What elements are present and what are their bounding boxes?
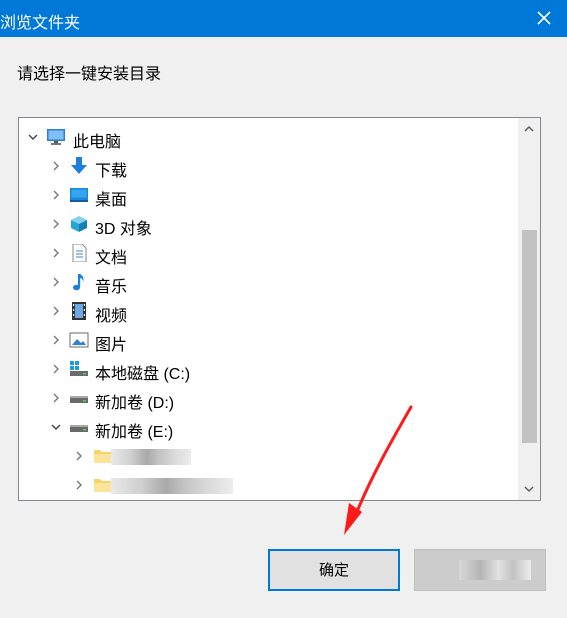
obscured-folder-name [111,449,191,465]
obscured-button-label [459,560,531,580]
chevron-right-icon[interactable] [51,306,61,316]
tree-item-label: 视频 [95,308,128,325]
tree-item-label: 本地磁盘 (C:) [95,366,191,383]
tree-item-documents[interactable]: 文档 [19,239,514,267]
tree-item-music[interactable]: 音乐 [19,268,514,296]
folder-tree[interactable]: 此电脑 下载 桌面 3D 对象 文档 音乐 视频 图片 本地磁盘 (C:) 新加… [18,117,541,501]
close-icon [537,11,551,25]
tree-item-videos[interactable]: 视频 [19,297,514,325]
tree-item-label: 文档 [95,250,128,267]
folder-icon [94,479,112,492]
music-icon [73,274,84,291]
tree-item-subfolder[interactable] [19,471,514,499]
window-title: 浏览文件夹 [0,15,81,32]
videos-icon [72,302,86,320]
chevron-up-icon [524,125,534,132]
tree-item-drive-e[interactable]: 新加卷 (E:) [19,413,514,441]
close-button[interactable] [521,0,567,37]
chevron-right-icon[interactable] [51,248,61,258]
tree-item-label: 音乐 [95,279,128,296]
vertical-scrollbar[interactable] [518,118,540,500]
ok-button[interactable]: 确定 [268,549,400,591]
computer-icon [47,129,65,145]
drive-icon [70,396,88,403]
pictures-icon [69,332,89,348]
drive-icon [70,425,88,432]
tree-item-downloads[interactable]: 下载 [19,152,514,180]
chevron-right-icon[interactable] [51,219,61,229]
obscured-folder-name [111,478,233,494]
chevron-right-icon[interactable] [51,161,61,171]
title-bar: 浏览文件夹 [0,0,567,37]
tree-item-label: 此电脑 [73,134,122,151]
chevron-down-icon[interactable] [28,132,38,142]
system-drive-icon [70,361,88,376]
tree-item-drive-c[interactable]: 本地磁盘 (C:) [19,355,514,383]
tree-item-label: 图片 [95,337,128,354]
tree-item-desktop[interactable]: 桌面 [19,181,514,209]
tree-item-label: 新加卷 (E:) [95,424,174,441]
tree-item-subfolder[interactable] [19,442,514,470]
tree-item-this-pc[interactable]: 此电脑 [19,123,514,151]
scroll-up-button[interactable] [518,118,540,140]
downloads-icon [71,157,87,174]
tree-item-label: 3D 对象 [95,221,152,238]
tree-item-label: 新加卷 (D:) [95,395,175,412]
scroll-down-button[interactable] [518,478,540,500]
chevron-right-icon[interactable] [74,451,84,461]
3d-objects-icon [71,216,87,232]
chevron-right-icon[interactable] [51,393,61,403]
chevron-right-icon[interactable] [51,364,61,374]
chevron-down-icon [524,486,534,493]
chevron-right-icon[interactable] [51,277,61,287]
instruction-text: 请选择一键安装目录 [17,66,162,83]
tree-item-pictures[interactable]: 图片 [19,326,514,354]
scrollbar-thumb[interactable] [522,230,537,443]
desktop-icon [70,188,88,202]
tree-item-label: 下载 [95,163,128,180]
chevron-down-icon[interactable] [51,422,61,432]
chevron-right-icon[interactable] [74,480,84,490]
chevron-right-icon[interactable] [51,190,61,200]
chevron-right-icon[interactable] [51,335,61,345]
documents-icon [72,244,87,262]
folder-icon [94,450,112,463]
tree-item-drive-d[interactable]: 新加卷 (D:) [19,384,514,412]
tree-item-label: 桌面 [95,192,128,209]
cancel-button[interactable] [414,549,546,591]
tree-item-3d-objects[interactable]: 3D 对象 [19,210,514,238]
